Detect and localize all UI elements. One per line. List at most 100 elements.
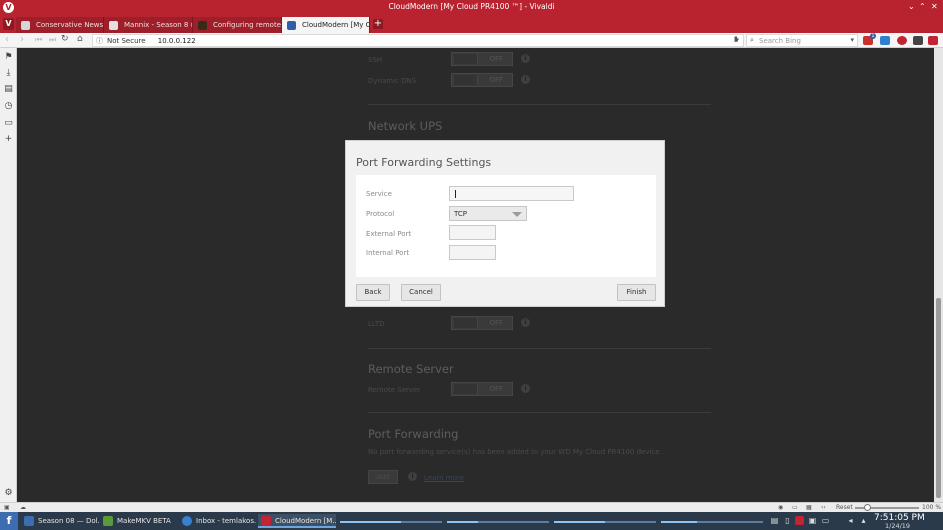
vivaldi-menu-icon[interactable]: V <box>3 18 14 30</box>
lltd-toggle[interactable]: OFF <box>451 316 513 330</box>
dolphin-icon <box>24 516 34 526</box>
extension-badge: 1 <box>870 33 876 39</box>
add-panel-icon[interactable]: + <box>3 134 14 145</box>
panel-toggle-icon[interactable]: ▣ <box>4 504 10 511</box>
maximize-icon[interactable]: ⌃ <box>919 2 926 11</box>
external-port-input[interactable] <box>449 225 496 240</box>
page-favicon-icon <box>109 21 118 30</box>
tab-label: CloudModern [My Cloud <box>302 21 369 29</box>
display-icon[interactable]: ▣ <box>808 516 817 525</box>
dialog-title: Port Forwarding Settings <box>356 156 492 169</box>
reload-icon[interactable]: ↻ <box>61 34 69 44</box>
remote-server-toggle[interactable]: OFF <box>451 382 513 396</box>
history-icon[interactable]: ◷ <box>3 101 14 112</box>
task-progress-bar <box>340 521 442 523</box>
taskbar-item-dolphin[interactable]: Season 08 — Dol... <box>21 514 99 528</box>
page-favicon-icon <box>198 21 207 30</box>
extension-check-icon[interactable] <box>880 36 890 45</box>
page-scrollbar[interactable] <box>934 48 943 502</box>
tray-expand-icon[interactable]: ▴ <box>859 516 868 525</box>
fedora-start-icon[interactable]: f <box>0 512 18 530</box>
text-caret <box>455 190 456 198</box>
toggle-state: OFF <box>489 55 503 63</box>
dynamic-dns-toggle[interactable]: OFF <box>451 73 513 87</box>
volume-icon[interactable]: ◂ <box>846 516 855 525</box>
tab-label: Conservative News and <box>36 21 104 29</box>
bookmarks-icon[interactable]: ⚑ <box>3 52 14 63</box>
downloads-icon[interactable]: ⤓ <box>3 68 14 79</box>
search-placeholder: Search Bing <box>759 37 801 45</box>
learn-more-link[interactable]: Learn more <box>424 474 464 482</box>
tile-icon[interactable]: ▭ <box>792 504 798 511</box>
taskbar-item-inbox[interactable]: Inbox - temlakos... <box>179 514 257 528</box>
fastforward-icon[interactable]: ⏭ <box>49 35 56 45</box>
info-icon[interactable]: i <box>521 318 530 327</box>
chevron-down-icon[interactable]: ▾ <box>850 36 854 44</box>
tab-mannix[interactable]: Mannix - Season 8 @ Th <box>104 17 193 33</box>
port-forwarding-heading: Port Forwarding <box>368 427 459 441</box>
tab-label: Mannix - Season 8 @ Th <box>124 21 192 29</box>
tab-conservative-news[interactable]: Conservative News and <box>16 17 104 33</box>
home-icon[interactable]: ⌂ <box>77 34 83 44</box>
internal-port-input[interactable] <box>449 245 496 260</box>
minimize-icon[interactable]: ⌄ <box>908 2 915 11</box>
task-label: CloudModern [M... <box>275 517 336 525</box>
extension-icon[interactable] <box>928 36 938 45</box>
settings-icon[interactable]: ⚙ <box>3 488 14 499</box>
external-port-label: External Port <box>366 230 412 238</box>
security-icon[interactable]: ⓘ <box>96 36 103 46</box>
add-port-forwarding-button[interactable]: Add <box>368 470 398 484</box>
clock-date[interactable]: 1/24/19 <box>885 522 910 530</box>
rewind-icon[interactable]: ⏮ <box>35 35 42 45</box>
wd-favicon-icon <box>287 21 296 30</box>
image-icon[interactable]: ▦ <box>806 504 812 511</box>
taskbar-item-vivaldi[interactable]: CloudModern [M... <box>258 514 336 528</box>
task-progress-bar <box>661 521 763 523</box>
finish-button[interactable]: Finish <box>617 284 656 301</box>
info-icon[interactable]: i <box>521 54 530 63</box>
info-icon[interactable]: i <box>521 75 530 84</box>
task-progress-fill <box>554 521 605 523</box>
taskbar-item-makemkv[interactable]: MakeMKV BETA <box>100 514 178 528</box>
remote-server-heading: Remote Server <box>368 362 454 376</box>
url-text: 10.0.0.122 <box>157 37 196 45</box>
search-input[interactable]: ⌕ Search Bing ▾ <box>746 34 858 47</box>
cancel-button[interactable]: Cancel <box>401 284 441 301</box>
service-input[interactable] <box>449 186 574 201</box>
network-icon[interactable]: ▭ <box>821 516 830 525</box>
ssh-toggle[interactable]: OFF <box>451 52 513 66</box>
zoom-slider-knob[interactable] <box>864 504 871 511</box>
scrollbar-thumb[interactable] <box>936 298 941 498</box>
side-panel: ⚑ ⤓ ▤ ◷ ▭ + ⚙ <box>0 48 17 502</box>
clipboard-icon[interactable]: ▤ <box>770 516 779 525</box>
protocol-select[interactable]: TCP <box>449 206 527 221</box>
extension-icon[interactable] <box>913 36 923 45</box>
back-button[interactable]: Back <box>356 284 390 301</box>
port-forwarding-dialog: Port Forwarding Settings Service Protoco… <box>345 140 665 307</box>
device-icon[interactable]: ▯ <box>783 516 792 525</box>
reset-zoom-button[interactable]: Reset <box>836 504 853 511</box>
close-icon[interactable]: ✕ <box>931 2 938 11</box>
tab-cloudmodern[interactable]: CloudModern [My Cloud <box>282 17 370 33</box>
capture-icon[interactable]: ◉ <box>778 504 783 511</box>
mail-client-icon <box>182 516 192 526</box>
code-icon[interactable]: ‹› <box>821 504 826 511</box>
vivaldi-tray-icon[interactable] <box>795 516 804 525</box>
info-icon[interactable]: i <box>408 472 417 481</box>
back-icon[interactable]: ‹ <box>5 34 9 45</box>
adblock-icon[interactable] <box>897 36 907 45</box>
cloud-icon[interactable]: ☁ <box>20 504 26 511</box>
forward-icon[interactable]: › <box>20 34 24 45</box>
tab-configuring-remote[interactable]: Configuring remote acce <box>193 17 282 33</box>
info-icon[interactable]: i <box>521 384 530 393</box>
task-progress-fill <box>340 521 402 523</box>
address-field[interactable]: ⓘ Not Secure 10.0.0.122 ▾ <box>92 34 744 47</box>
bookmark-icon[interactable]: ▮ <box>734 35 738 43</box>
notes-icon[interactable]: ▤ <box>3 84 14 95</box>
port-forwarding-message: No port forwarding service(s) has been a… <box>368 448 662 456</box>
window-panel-icon[interactable]: ▭ <box>3 118 14 129</box>
new-tab-button[interactable]: + <box>373 19 383 29</box>
task-progress-bar <box>447 521 549 523</box>
divider <box>368 104 711 105</box>
tab-bar: V Conservative News and Mannix - Season … <box>0 15 943 33</box>
